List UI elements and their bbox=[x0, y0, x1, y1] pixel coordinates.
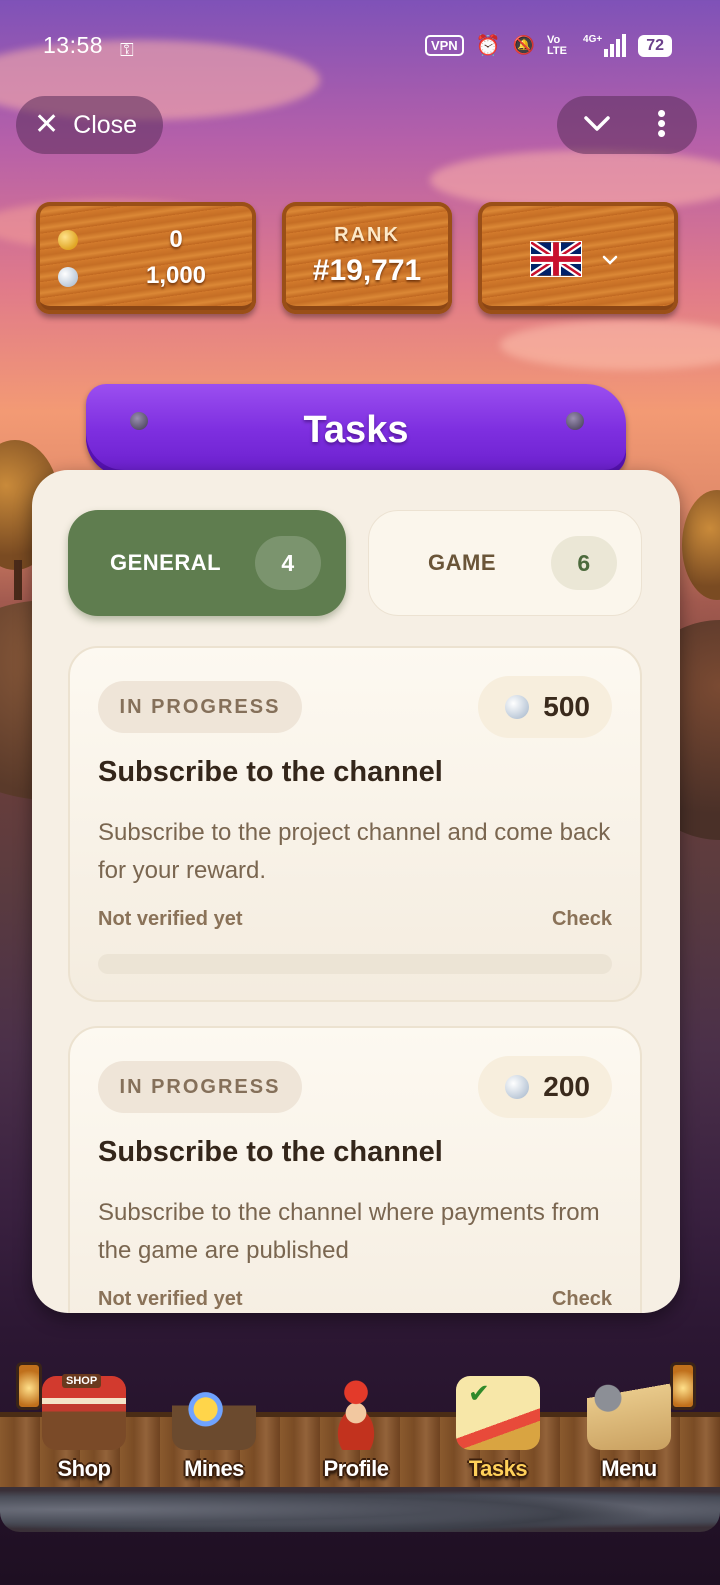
silver-balance: 1,000 bbox=[145, 262, 207, 289]
status-badge: IN PROGRESS bbox=[98, 681, 302, 733]
tasks-panel: GENERAL 4 GAME 6 IN PROGRESS 500 Subscri… bbox=[32, 470, 680, 1313]
task-title: Subscribe to the channel bbox=[98, 756, 443, 788]
volte-icon: Vo LTE bbox=[547, 33, 567, 57]
battery-icon: 72 bbox=[638, 34, 672, 57]
tab-general[interactable]: GENERAL 4 bbox=[68, 510, 346, 616]
verification-status: Not verified yet bbox=[98, 1288, 243, 1310]
close-button[interactable]: ✕ Close bbox=[16, 96, 163, 154]
close-icon: ✕ bbox=[34, 108, 60, 141]
language-selector[interactable] bbox=[478, 202, 678, 314]
dwarf-miner-icon bbox=[314, 1376, 398, 1450]
nav-item-mines[interactable]: Mines bbox=[154, 1372, 274, 1492]
reward-amount: 200 bbox=[543, 1071, 590, 1102]
tasks-checklist-icon: ✔ bbox=[456, 1376, 540, 1450]
chevron-down-icon[interactable] bbox=[581, 107, 613, 139]
rank-label: RANK bbox=[334, 224, 400, 246]
chevron-down-icon bbox=[602, 255, 618, 265]
rank-value: #19,771 bbox=[312, 254, 422, 287]
shop-icon: SHOP bbox=[42, 1374, 126, 1450]
nail-icon bbox=[130, 412, 148, 430]
nav-item-shop[interactable]: SHOP Shop bbox=[24, 1372, 144, 1492]
task-card: IN PROGRESS 500 Subscribe to the channel… bbox=[68, 646, 642, 1002]
reward-badge: 500 bbox=[478, 676, 612, 738]
status-bar: 13:58 ⚿ VPN ⏰ 🔕 Vo LTE 4G+ 72 bbox=[0, 0, 720, 90]
mini-app-controls: • • • bbox=[557, 96, 697, 154]
page-title-banner: Tasks bbox=[86, 384, 626, 476]
status-time: 13:58 bbox=[43, 32, 104, 58]
nav-item-profile[interactable]: Profile bbox=[296, 1372, 416, 1492]
silver-coin-icon bbox=[58, 267, 78, 287]
nail-icon bbox=[566, 412, 584, 430]
task-description: Subscribe to the project channel and com… bbox=[98, 819, 611, 884]
bottom-nav: SHOP Shop Mines Profile ✔ Tasks Menu bbox=[0, 1362, 720, 1532]
nav-rock-base bbox=[0, 1487, 720, 1532]
gold-coin-icon bbox=[58, 230, 78, 250]
silver-coin-icon bbox=[505, 1075, 530, 1099]
nav-label: Mines bbox=[184, 1456, 244, 1481]
nav-label: Profile bbox=[323, 1456, 389, 1481]
signal-4g-icon: 4G+ bbox=[583, 34, 627, 57]
gold-balance: 0 bbox=[169, 226, 183, 253]
tab-label: GENERAL bbox=[110, 550, 222, 575]
verification-status: Not verified yet bbox=[98, 908, 243, 930]
key-icon: ⚿ bbox=[120, 40, 134, 60]
nav-label: Tasks bbox=[468, 1456, 528, 1481]
tab-game[interactable]: GAME 6 bbox=[368, 510, 642, 616]
progress-bar bbox=[98, 954, 612, 974]
vpn-icon: VPN bbox=[424, 35, 464, 56]
reward-badge: 200 bbox=[478, 1056, 612, 1118]
tab-count: 4 bbox=[255, 536, 321, 590]
nav-item-tasks[interactable]: ✔ Tasks bbox=[438, 1372, 558, 1492]
silver-coin-icon bbox=[505, 695, 530, 719]
alarm-icon: ⏰ bbox=[475, 35, 501, 57]
task-title: Subscribe to the channel bbox=[98, 1136, 443, 1168]
task-description: Subscribe to the channel where payments … bbox=[98, 1199, 600, 1264]
minecart-icon bbox=[172, 1376, 256, 1450]
balance-plank: 0 1,000 bbox=[36, 202, 256, 314]
nav-label: Shop bbox=[57, 1456, 112, 1481]
bell-off-icon: 🔕 bbox=[512, 35, 536, 55]
close-label: Close bbox=[73, 110, 138, 139]
page-title: Tasks bbox=[303, 408, 409, 451]
check-button[interactable]: Check bbox=[552, 908, 612, 931]
more-options-icon[interactable]: • • • bbox=[657, 100, 666, 146]
map-gear-icon bbox=[587, 1376, 671, 1450]
rank-plank: RANK #19,771 bbox=[282, 202, 452, 314]
reward-amount: 500 bbox=[543, 691, 590, 722]
nav-label: Menu bbox=[601, 1456, 657, 1481]
status-badge: IN PROGRESS bbox=[98, 1061, 302, 1113]
tab-count: 6 bbox=[551, 536, 617, 590]
uk-flag-icon bbox=[530, 241, 582, 277]
tab-label: GAME bbox=[428, 550, 496, 575]
check-button[interactable]: Check bbox=[552, 1288, 612, 1311]
task-card: IN PROGRESS 200 Subscribe to the channel… bbox=[68, 1026, 642, 1313]
nav-item-menu[interactable]: Menu bbox=[569, 1372, 689, 1492]
